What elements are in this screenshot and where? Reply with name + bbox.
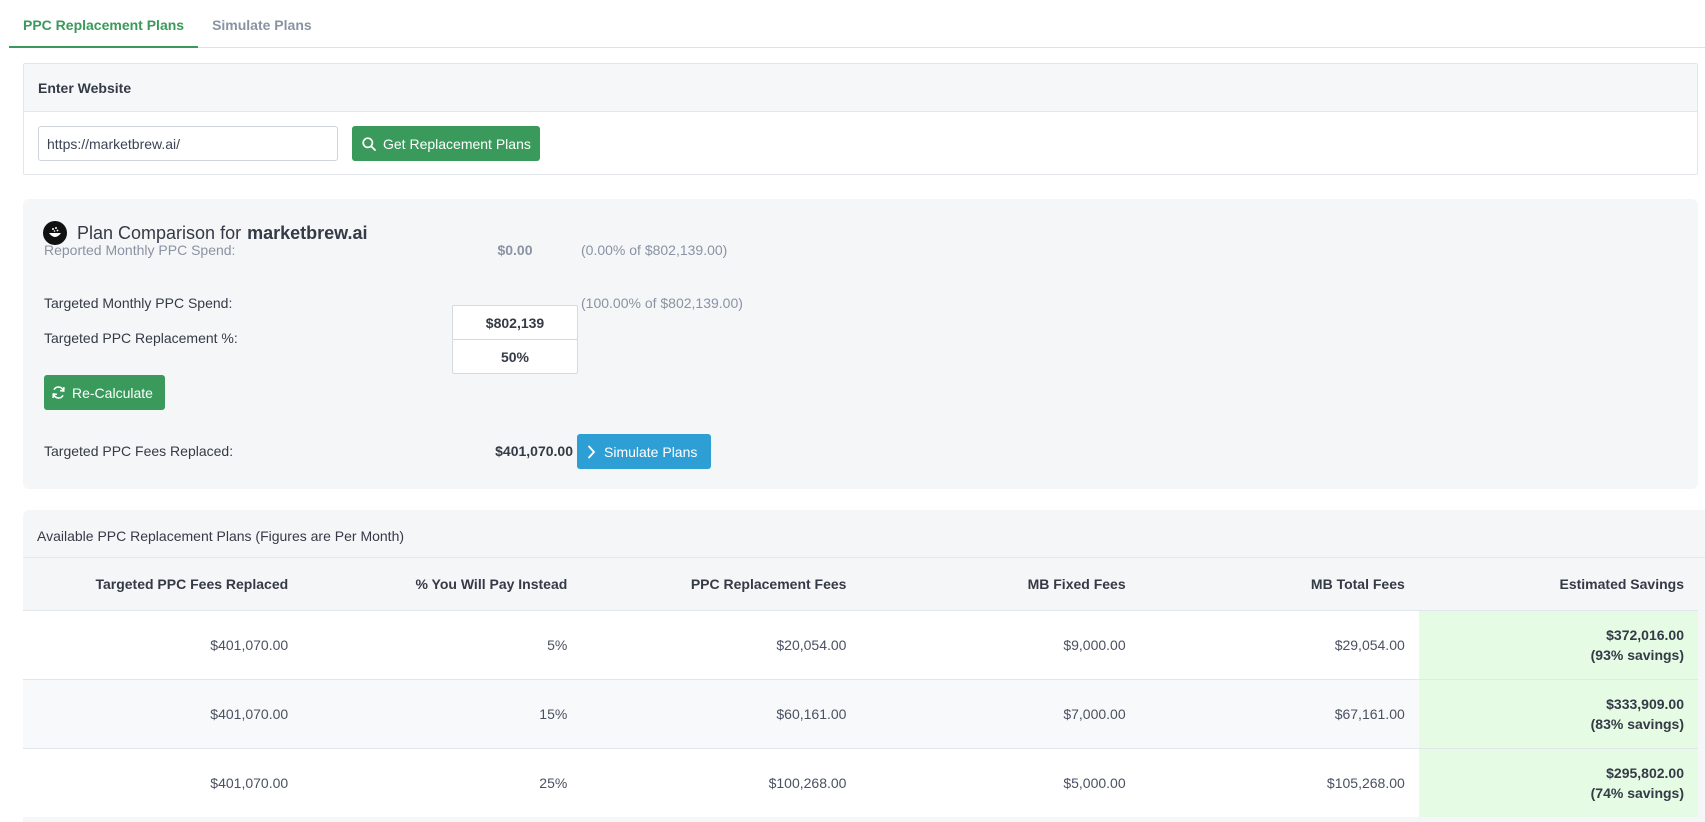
col-header-savings: Estimated Savings (1418, 558, 1698, 610)
replacement-plans-table: Targeted PPC Fees Replaced % You Will Pa… (23, 558, 1698, 817)
enter-website-card: Enter Website Get Replacement Plans (23, 63, 1698, 175)
simulate-plans-button[interactable]: Simulate Plans (577, 434, 711, 469)
cell-total-fees: $29,054.00 (1139, 609, 1419, 679)
reported-spend-value: $0.00 (497, 242, 533, 258)
simulate-plans-label: Simulate Plans (604, 443, 698, 460)
cell-fees-replaced: $401,070.00 (23, 747, 303, 817)
table-row: $401,070.00 15% $60,161.00 $7,000.00 $67… (23, 678, 1698, 748)
get-replacement-plans-button[interactable]: Get Replacement Plans (352, 126, 540, 161)
cell-fixed-fees: $7,000.00 (860, 678, 1140, 748)
chevron-right-icon (588, 445, 596, 458)
cell-pay-instead: 5% (302, 609, 582, 679)
replacement-pct-input[interactable] (452, 339, 578, 374)
col-header-fees-replaced: Targeted PPC Fees Replaced (23, 558, 303, 610)
reported-spend-label: Reported Monthly PPC Spend: (44, 242, 236, 258)
reported-spend-pct: (0.00% of $802,139.00) (581, 242, 728, 258)
recalculate-label: Re-Calculate (72, 384, 153, 401)
cell-total-fees: $105,268.00 (1139, 747, 1419, 817)
plan-title-domain: marketbrew.ai (247, 222, 368, 243)
cell-fixed-fees: $5,000.00 (860, 747, 1140, 817)
table-row: $401,070.00 5% $20,054.00 $9,000.00 $29,… (23, 609, 1698, 679)
col-header-fixed-fees: MB Fixed Fees (860, 558, 1140, 610)
website-url-input[interactable] (38, 126, 338, 161)
cell-savings: $333,909.00 (83% savings) (1418, 678, 1698, 748)
cell-fees-replaced: $401,070.00 (23, 678, 303, 748)
plan-title-prefix: Plan Comparison for (77, 222, 242, 243)
cell-savings: $295,802.00 (74% savings) (1418, 747, 1698, 817)
col-header-ppc-fees: PPC Replacement Fees (581, 558, 861, 610)
cell-fees-replaced: $401,070.00 (23, 609, 303, 679)
cell-ppc-fees: $100,268.00 (581, 747, 861, 817)
tab-ppc-replacement-plans[interactable]: PPC Replacement Plans (9, 0, 199, 48)
search-icon (362, 136, 376, 151)
fees-replaced-value: $401,070.00 (495, 443, 573, 459)
savings-percent: (83% savings) (1590, 715, 1684, 732)
cell-pay-instead: 25% (302, 747, 582, 817)
targeted-spend-input[interactable] (452, 305, 578, 340)
replacement-pct-label: Targeted PPC Replacement %: (44, 330, 238, 346)
fees-replaced-label: Targeted PPC Fees Replaced: (44, 443, 234, 459)
col-header-total-fees: MB Total Fees (1139, 558, 1419, 610)
targeted-spend-pct: (100.00% of $802,139.00) (581, 295, 743, 311)
cell-pay-instead: 15% (302, 678, 582, 748)
replacement-plans-card: Available PPC Replacement Plans (Figures… (23, 510, 1705, 822)
savings-percent: (74% savings) (1590, 784, 1684, 801)
col-header-pay-instead: % You Will Pay Instead (302, 558, 582, 610)
cell-ppc-fees: $60,161.00 (581, 678, 861, 748)
savings-amount: $372,016.00 (1606, 626, 1684, 643)
table-header-row: Targeted PPC Fees Replaced % You Will Pa… (23, 558, 1698, 610)
savings-amount: $295,802.00 (1606, 764, 1684, 781)
cell-fixed-fees: $9,000.00 (860, 609, 1140, 679)
cell-total-fees: $67,161.00 (1139, 678, 1419, 748)
refresh-icon (52, 386, 65, 399)
targeted-spend-label: Targeted Monthly PPC Spend: (44, 295, 233, 311)
get-replacement-plans-label: Get Replacement Plans (383, 135, 531, 152)
tab-bar: PPC Replacement Plans Simulate Plans (9, 0, 1705, 48)
table-row: $401,070.00 25% $100,268.00 $5,000.00 $1… (23, 747, 1698, 817)
enter-website-header: Enter Website (24, 64, 1697, 112)
savings-percent: (93% savings) (1590, 646, 1684, 663)
savings-amount: $333,909.00 (1606, 695, 1684, 712)
tab-simulate-plans[interactable]: Simulate Plans (198, 0, 326, 48)
cell-ppc-fees: $20,054.00 (581, 609, 861, 679)
cell-savings: $372,016.00 (93% savings) (1418, 609, 1698, 679)
recalculate-button[interactable]: Re-Calculate (44, 375, 165, 410)
replacement-plans-caption: Available PPC Replacement Plans (Figures… (23, 510, 1705, 558)
plan-comparison-card: Plan Comparison for marketbrew.ai Report… (23, 199, 1698, 489)
